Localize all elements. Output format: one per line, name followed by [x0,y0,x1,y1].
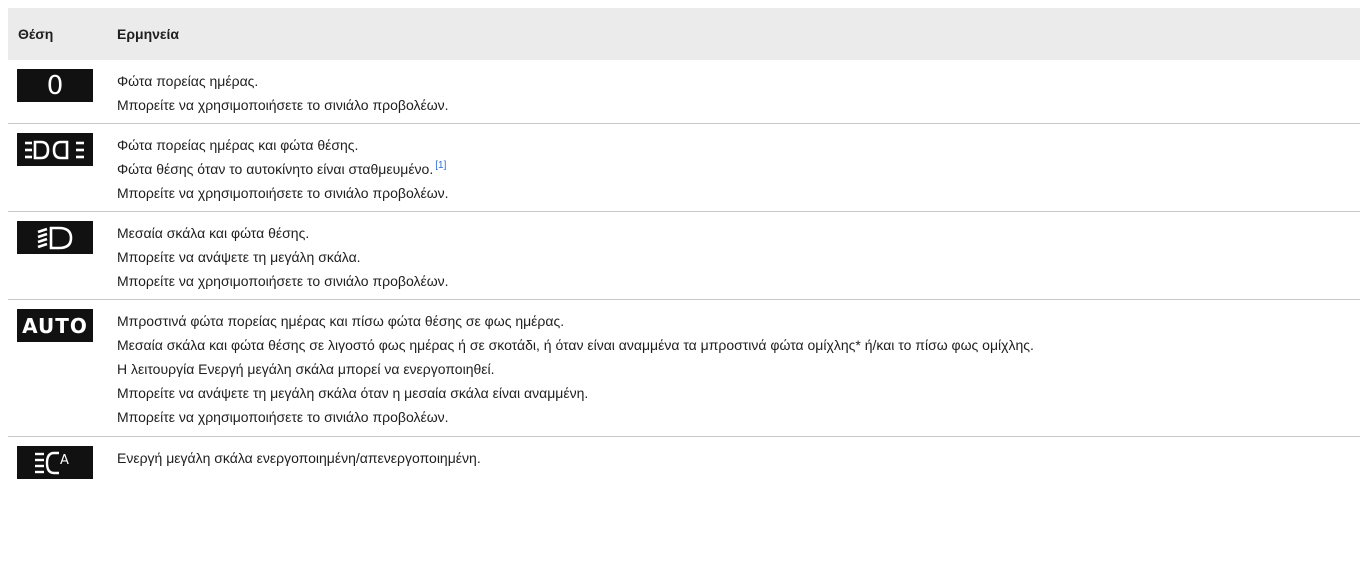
zero-position-icon: 0 [17,69,93,102]
meaning-line: Μπροστινά φώτα πορείας ημέρας και πίσω φ… [117,313,565,329]
active-high-beam-icon-graphic: A [35,451,69,474]
meaning-cell: Φώτα πορείας ημέρας και φώτα θέσης. Φώτα… [107,123,1360,212]
icon-cell: A [8,437,107,517]
meaning-line: Μπορείτε να ανάψετε τη μεγάλη σκάλα όταν… [117,385,589,401]
meaning-cell: Ενεργή μεγάλη σκάλα ενεργοποιημένη/απενε… [107,437,1360,517]
icon-cell: AUTO [8,299,107,437]
table-row: AUTO Μπροστινά φώτα πορείας ημέρας και π… [8,299,1360,437]
auto-lights-icon: AUTO [17,309,93,342]
meaning-line: Μπορείτε να ανάψετε τη μεγάλη σκάλα. [117,249,361,265]
meaning-line: Μεσαία σκάλα και φώτα θέσης. [117,225,310,241]
table-row: Μεσαία σκάλα και φώτα θέσης. Μπορείτε να… [8,211,1360,300]
meaning-cell: Μεσαία σκάλα και φώτα θέσης. Μπορείτε να… [107,211,1360,300]
position-lights-icon-graphic [25,140,84,159]
meaning-line: Μεσαία σκάλα και φώτα θέσης σε λιγοστό φ… [117,337,1034,353]
meaning-line: Μπορείτε να χρησιμοποιήσετε το σινιάλο π… [117,409,449,425]
low-beam-icon-graphic [37,226,73,249]
meaning-line: Φώτα πορείας ημέρας. [117,73,259,89]
meaning-line-with-ref: Φώτα θέσης όταν το αυτοκίνητο είναι σταθ… [117,157,1360,181]
meaning-cell: Φώτα πορείας ημέρας. Μπορείτε να χρησιμο… [107,60,1360,124]
footnote-link[interactable]: [1] [435,160,446,171]
icon-cell [8,211,107,300]
icon-label: AUTO [22,313,88,338]
table-row: 0 Φώτα πορείας ημέρας. Μπορείτε να χρησι… [8,60,1360,124]
meaning-line: Μπορείτε να χρησιμοποιήσετε το σινιάλο π… [117,273,449,289]
position-lights-icon [17,133,93,166]
header-position: Θέση [8,8,107,60]
table-row: A Ενεργή μεγάλη σκάλα ενεργοποιημένη/απε… [8,437,1360,517]
header-meaning: Ερμηνεία [107,8,1360,60]
table-header-row: Θέση Ερμηνεία [8,8,1360,60]
icon-cell [8,123,107,212]
icon-label: 0 [46,70,64,101]
low-beam-icon [17,221,93,254]
meaning-line: Φώτα πορείας ημέρας και φώτα θέσης. [117,137,359,153]
positions-table: Θέση Ερμηνεία 0 Φώτα πορείας ημέρας. Μπο… [8,8,1360,517]
meaning-line: Ενεργή μεγάλη σκάλα ενεργοποιημένη/απενε… [117,450,481,466]
icon-label: A [60,453,69,468]
meaning-cell: Μπροστινά φώτα πορείας ημέρας και πίσω φ… [107,299,1360,437]
meaning-line: Η λειτουργία Ενεργή μεγάλη σκάλα μπορεί … [117,361,495,377]
table-row: Φώτα πορείας ημέρας και φώτα θέσης. Φώτα… [8,123,1360,212]
meaning-line: Μπορείτε να χρησιμοποιήσετε το σινιάλο π… [117,97,449,113]
meaning-line: Μπορείτε να χρησιμοποιήσετε το σινιάλο π… [117,185,449,201]
icon-cell: 0 [8,60,107,124]
meaning-line-text: Φώτα θέσης όταν το αυτοκίνητο είναι σταθ… [117,161,434,177]
active-high-beam-icon: A [17,446,93,479]
light-switch-table: Θέση Ερμηνεία 0 Φώτα πορείας ημέρας. Μπο… [8,8,1360,517]
